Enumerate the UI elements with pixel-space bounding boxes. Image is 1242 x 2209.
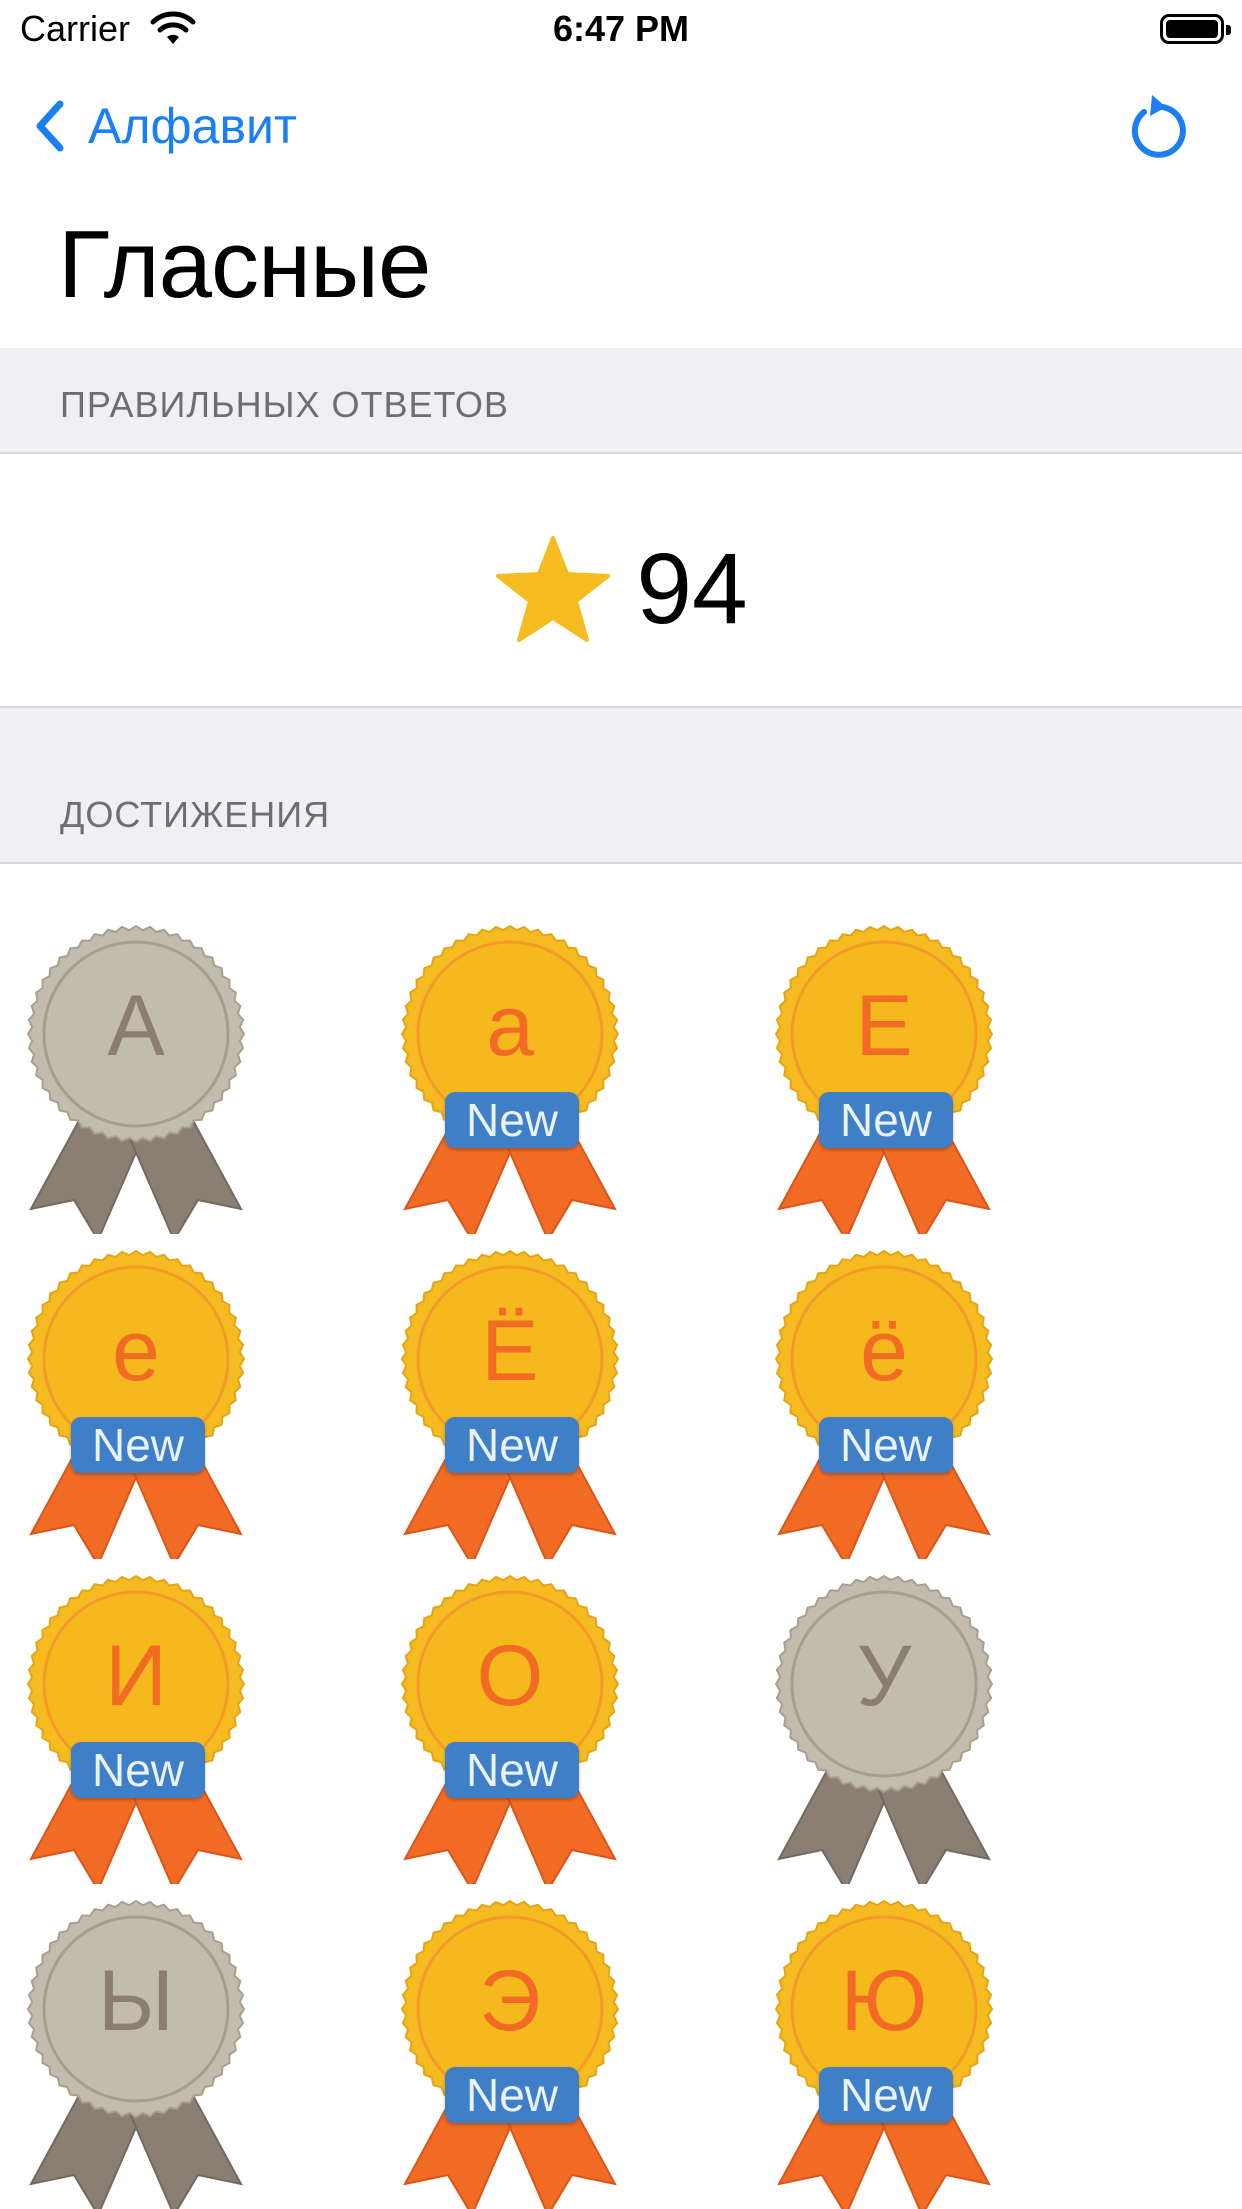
section-header-achievements-label: ДОСТИЖЕНИЯ (60, 794, 331, 835)
score-row: 94 (0, 454, 1242, 708)
new-badge: New (819, 1092, 953, 1148)
achievement-medal[interactable]: ё New (774, 1249, 994, 1559)
section-header-score: ПРАВИЛЬНЫХ ОТВЕТОВ (0, 348, 1242, 454)
new-badge: New (445, 1742, 579, 1798)
medal-letter: Ы (97, 1953, 175, 2049)
back-button[interactable]: Алфавит (30, 96, 297, 156)
achievement-medal[interactable]: Ы (26, 1899, 246, 2209)
medal-icon (774, 924, 994, 1234)
medal-icon (774, 1899, 994, 2209)
medal-icon (400, 1899, 620, 2209)
medal-icon (400, 924, 620, 1234)
new-badge: New (445, 1092, 579, 1148)
new-badge: New (71, 1417, 205, 1473)
medal-letter: ё (860, 1303, 908, 1399)
medal-icon (26, 924, 246, 1234)
medal-letter: А (107, 978, 165, 1074)
medal-letter: И (105, 1628, 167, 1724)
new-badge: New (71, 1742, 205, 1798)
medal-icon (26, 1574, 246, 1884)
achievement-medal[interactable]: О New (400, 1574, 620, 1884)
achievement-medal[interactable]: е New (26, 1249, 246, 1559)
new-badge: New (819, 2067, 953, 2123)
achievement-medal[interactable]: Е New (774, 924, 994, 1234)
star-icon (496, 535, 611, 642)
medal-icon (400, 1249, 620, 1559)
medal-letter: е (112, 1303, 160, 1399)
achievement-medal[interactable]: И New (26, 1574, 246, 1884)
chevron-left-icon (36, 100, 64, 152)
medal-letter: Э (479, 1953, 541, 2049)
new-badge: New (445, 2067, 579, 2123)
medal-icon (26, 1899, 246, 2209)
back-button-label: Алфавит (88, 98, 297, 154)
medal-letter: О (476, 1628, 544, 1724)
score-value: 94 (636, 533, 748, 645)
achievement-medal[interactable]: а New (400, 924, 620, 1234)
medal-icon (774, 1574, 994, 1884)
achievement-medal[interactable]: А (26, 924, 246, 1234)
refresh-icon[interactable] (1126, 92, 1188, 160)
medal-letter: Е (855, 978, 913, 1074)
achievement-medal[interactable]: Э New (400, 1899, 620, 2209)
section-header-score-label: ПРАВИЛЬНЫХ ОТВЕТОВ (60, 384, 509, 425)
medal-icon (400, 1574, 620, 1884)
section-header-achievements: ДОСТИЖЕНИЯ (0, 708, 1242, 864)
medal-icon (26, 1249, 246, 1559)
medal-letter: Ю (840, 1953, 928, 2049)
battery-icon (1160, 14, 1231, 44)
status-bar: Carrier 6:47 PM (0, 0, 1242, 60)
new-badge: New (445, 1417, 579, 1473)
page-title: Гласные (58, 211, 431, 318)
status-time: 6:47 PM (552, 8, 690, 49)
medal-letter: Ё (481, 1303, 539, 1399)
medal-icon (774, 1249, 994, 1559)
medal-letter: а (486, 978, 534, 1074)
medal-letter: У (856, 1628, 912, 1724)
navigation-bar: Алфавит (0, 84, 1242, 172)
achievement-medal[interactable]: У (774, 1574, 994, 1884)
new-badge: New (819, 1417, 953, 1473)
achievement-medal[interactable]: Ю New (774, 1899, 994, 2209)
achievement-medal[interactable]: Ё New (400, 1249, 620, 1559)
